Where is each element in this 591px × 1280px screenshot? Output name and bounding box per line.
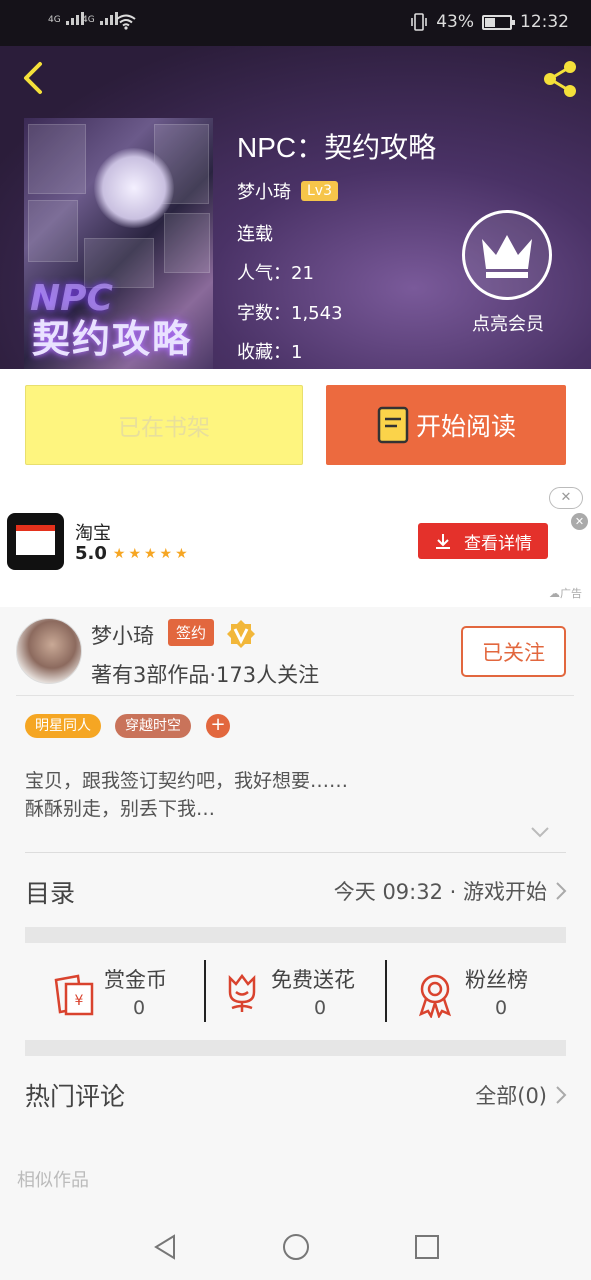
fan-ranking-stat[interactable]: 粉丝榜 0 xyxy=(387,944,591,1041)
chevron-down-icon[interactable] xyxy=(530,825,550,839)
book-popularity: 人气：21 xyxy=(237,263,314,284)
table-of-contents-row[interactable]: 目录 今天 09:32 · 游戏开始 xyxy=(0,854,591,928)
book-author[interactable]: 梦小琦 xyxy=(237,178,291,204)
intro-line-2: 酥酥别走，别丢下我… xyxy=(25,798,216,820)
divider xyxy=(16,695,574,696)
signal-1-icon: 4G xyxy=(48,12,84,25)
tag-celebrity-fanfic[interactable]: 明星同人 xyxy=(25,714,101,738)
nav-back-icon[interactable] xyxy=(150,1232,180,1262)
wifi-icon xyxy=(116,14,136,30)
cover-title: 契约攻略 xyxy=(32,317,193,361)
vibrate-icon xyxy=(411,13,428,31)
signal-2-icon: 4G xyxy=(82,12,118,25)
tag-time-travel[interactable]: 穿越时空 xyxy=(115,714,191,738)
flower-icon xyxy=(228,973,256,1012)
hot-comments-row: 热门评论 全部(0) xyxy=(0,1057,591,1133)
stat-value: 0 xyxy=(495,997,508,1019)
ad-details-label: 查看详情 xyxy=(464,533,532,554)
reward-coins-stat[interactable]: ¥ 赏金币 0 xyxy=(0,944,205,1041)
taobao-app-icon xyxy=(7,513,64,570)
verified-v-icon xyxy=(227,620,255,648)
stat-label: 粉丝榜 xyxy=(465,968,528,992)
crown-icon xyxy=(482,235,532,278)
on-shelf-button[interactable]: 已在书架 xyxy=(25,385,303,465)
book-title: NPC：契约攻略 xyxy=(237,132,437,163)
chevron-right-icon[interactable] xyxy=(555,1085,567,1105)
ad-dismiss-icon[interactable]: ✕ xyxy=(571,513,588,530)
free-flowers-stat[interactable]: 免费送花 0 xyxy=(206,944,386,1041)
following-button[interactable]: 已关注 xyxy=(461,626,566,677)
book-favorites: 收藏：1 xyxy=(237,342,303,363)
ad-details-button[interactable]: 查看详情 xyxy=(418,523,548,559)
author-stats: 著有3部作品·173人关注 xyxy=(91,663,320,687)
ad-app-name: 淘宝 xyxy=(75,523,111,544)
stat-label: 免费送花 xyxy=(271,968,355,992)
signed-badge: 签约 xyxy=(168,619,215,646)
divider xyxy=(25,852,566,853)
add-tag-button[interactable]: + xyxy=(206,714,230,738)
start-reading-label: 开始阅读 xyxy=(415,412,516,441)
book-cover[interactable]: NPC 契约攻略 xyxy=(24,118,213,369)
ad-close-icon[interactable]: ✕ xyxy=(549,487,583,509)
ad-banner[interactable]: 淘宝 5.0 ★★★★★ 查看详情 ✕ ✕ ☁广告 xyxy=(0,481,591,607)
nav-home-icon[interactable] xyxy=(281,1232,311,1262)
sim1-label: 4G xyxy=(48,15,61,25)
book-icon xyxy=(377,406,409,444)
book-word-count: 字数：1,543 xyxy=(237,303,343,324)
stat-value: 0 xyxy=(314,997,327,1019)
back-icon[interactable] xyxy=(14,58,54,98)
latest-chapter: 今天 09:32 · 游戏开始 xyxy=(333,880,547,904)
rating-stars-icon: ★★★★★ xyxy=(112,545,191,562)
award-ribbon-icon xyxy=(418,974,452,1018)
stat-value: 0 xyxy=(133,997,146,1019)
nav-recents-icon[interactable] xyxy=(412,1232,442,1262)
toc-title: 目录 xyxy=(25,879,76,908)
ad-rating: 5.0 xyxy=(75,543,107,564)
book-header: NPC 契约攻略 NPC：契约攻略 梦小琦 Lv3 连载 人气：21 字数：1,… xyxy=(0,46,591,369)
share-icon[interactable] xyxy=(537,56,583,102)
all-comments-link[interactable]: 全部(0) xyxy=(475,1080,547,1110)
system-nav-bar xyxy=(0,1210,591,1280)
book-status: 连载 xyxy=(237,224,273,245)
vip-label[interactable]: 点亮会员 xyxy=(446,310,570,336)
clock: 12:32 xyxy=(520,12,569,32)
support-stats: ¥ 赏金币 0 免费送花 0 粉丝榜 0 xyxy=(0,944,591,1041)
battery-icon xyxy=(482,14,515,30)
similar-works-title: 相似作品 xyxy=(17,1170,89,1191)
section-band xyxy=(25,927,566,943)
author-name[interactable]: 梦小琦 xyxy=(91,620,154,650)
svg-text:¥: ¥ xyxy=(75,993,84,1009)
ad-tag: ☁广告 xyxy=(549,585,582,601)
intro-line-1: 宝贝，跟我签订契约吧，我好想要…… xyxy=(25,770,349,792)
sim2-label: 4G xyxy=(82,15,95,25)
stat-label: 赏金币 xyxy=(104,968,167,992)
ad-tag-label: 广告 xyxy=(560,587,582,600)
book-details: 梦小琦 签约 著有3部作品·173人关注 已关注 明星同人 穿越时空 + 宝贝，… xyxy=(0,607,591,1145)
chevron-right-icon xyxy=(556,882,567,900)
battery-percent: 43% xyxy=(436,12,474,32)
action-bar: 已在书架 开始阅读 xyxy=(0,369,591,481)
section-band xyxy=(25,1040,566,1056)
cloud-icon: ☁ xyxy=(549,587,560,600)
red-envelope-icon: ¥ xyxy=(54,974,94,1016)
status-bar: 4G 4G 43% 12:32 xyxy=(0,0,591,46)
download-icon xyxy=(436,534,450,549)
book-intro: 宝贝，跟我签订契约吧，我好想要…… 酥酥别走，别丢下我… xyxy=(25,767,565,823)
hot-comments-title: 热门评论 xyxy=(25,1082,126,1111)
avatar[interactable] xyxy=(16,618,82,684)
start-reading-button[interactable]: 开始阅读 xyxy=(326,385,566,465)
author-level-badge: Lv3 xyxy=(301,181,338,201)
vip-button[interactable] xyxy=(462,210,552,300)
